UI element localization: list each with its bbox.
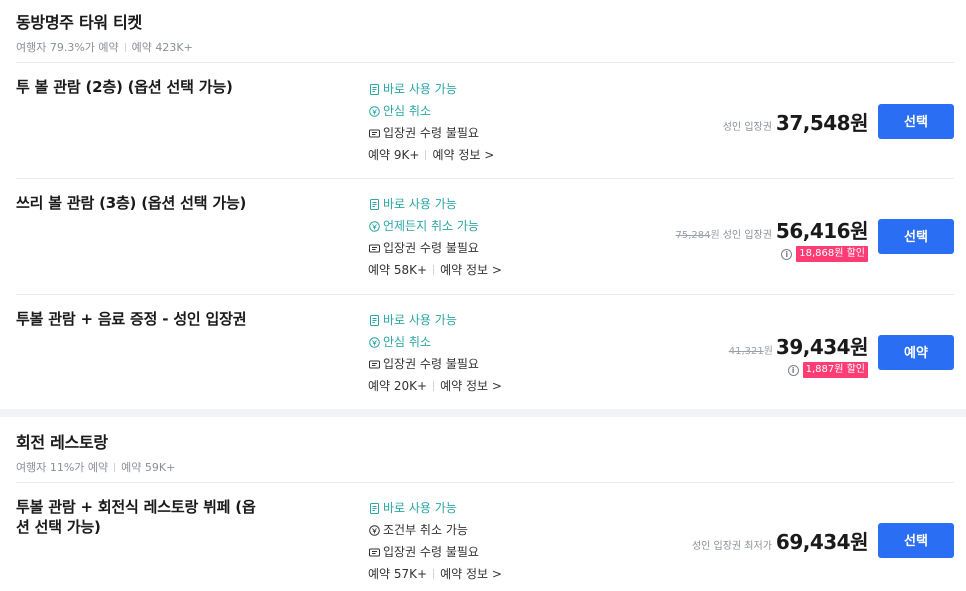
section-header: 회전 레스토랑 여행자 11%가 예약 예약 59K+ [16,429,175,475]
feature-cancel: 안심 취소 [368,331,568,353]
booking-info: 예약 58K+ 예약 정보 > [368,259,568,281]
product-row[interactable]: 투볼 관람 + 회전식 레스토랑 뷔페 (옵션 선택 가능) 바로 사용 가능 … [16,482,954,591]
booking-info: 예약 9K+ 예약 정보 > [368,144,568,166]
price: 37,548원 [775,111,869,135]
booking-info-link[interactable]: 예약 정보 > [440,563,502,585]
divider [114,463,116,472]
price-label: 성인 입장권 최저가 [691,541,772,552]
ticket-icon [368,242,380,254]
product-title[interactable]: 투볼 관람 + 회전식 레스토랑 뷔페 (옵션 선택 가능) [16,497,261,537]
product-features: 바로 사용 가능 언제든지 취소 가능 입장권 수령 불필요 예약 58K+ 예약… [368,193,568,281]
traveler-rate: 여행자 79.3%가 예약 [16,41,119,54]
refund-icon [368,336,380,348]
booking-info-link[interactable]: 예약 정보 > [440,259,502,281]
price-box: 75,284 원 성인 입장권 56,416원 i 18,868원 할인 [675,215,869,262]
select-button[interactable]: 선택 [878,104,954,139]
feature-instant: 바로 사용 가능 [368,497,568,519]
product-title[interactable]: 투 볼 관람 (2층) (옵션 선택 가능) [16,77,261,97]
price-box: 성인 입장권 37,548원 [722,107,869,136]
feature-cancel: 언제든지 취소 가능 [368,215,568,237]
divider [124,43,126,52]
feature-instant: 바로 사용 가능 [368,309,568,331]
feature-cancel: 조건부 취소 가능 [368,519,568,541]
original-price: 41,321 [728,346,764,357]
info-icon[interactable]: i [781,248,793,260]
feature-instant: 바로 사용 가능 [368,78,568,100]
booking-count: 예약 59K+ [121,461,176,474]
product-row[interactable]: 쓰리 볼 관람 (3층) (옵션 선택 가능) 바로 사용 가능 언제든지 취소… [16,178,954,294]
refund-icon [368,220,380,232]
price-label: 성인 입장권 [722,122,772,133]
price: 39,434원 [775,335,869,359]
feature-instant: 바로 사용 가능 [368,193,568,215]
section-divider [0,409,966,417]
section-header: 동방명주 타워 티켓 여행자 79.3%가 예약 예약 423K+ [16,9,193,55]
price-label: 성인 입장권 [722,230,772,241]
feature-ticket: 입장권 수령 불필요 [368,122,568,144]
product-row[interactable]: 투 볼 관람 (2층) (옵션 선택 가능) 바로 사용 가능 안심 취소 입장… [16,62,954,178]
discount-badge: 1,887원 할인 [802,362,868,378]
product-title[interactable]: 쓰리 볼 관람 (3층) (옵션 선택 가능) [16,193,261,213]
price-box: 성인 입장권 최저가 69,434원 [691,526,869,555]
booking-info-link[interactable]: 예약 정보 > [440,375,502,397]
ticket-icon [368,127,380,139]
section-title: 동방명주 타워 티켓 [16,13,142,32]
document-icon [368,83,380,95]
product-row[interactable]: 투볼 관람 + 음료 증정 - 성인 입장권 바로 사용 가능 안심 취소 입장… [16,294,954,409]
ticket-icon [368,358,380,370]
feature-ticket: 입장권 수령 불필요 [368,353,568,375]
restaurant-section: 회전 레스토랑 여행자 11%가 예약 예약 59K+ 투볼 관람 + 회전식 레… [0,417,966,591]
product-features: 바로 사용 가능 안심 취소 입장권 수령 불필요 예약 9K+ 예약 정보 > [368,78,568,166]
booking-info: 예약 57K+ 예약 정보 > [368,563,568,585]
original-price: 75,284 [675,230,711,241]
document-icon [368,198,380,210]
info-icon[interactable]: i [787,364,799,376]
ticket-section: 동방명주 타워 티켓 여행자 79.3%가 예약 예약 423K+ 투 볼 관람 … [0,0,966,409]
document-icon [368,314,380,326]
product-features: 바로 사용 가능 안심 취소 입장권 수령 불필요 예약 20K+ 예약 정보 > [368,309,568,397]
product-title[interactable]: 투볼 관람 + 음료 증정 - 성인 입장권 [16,309,261,329]
traveler-rate: 여행자 11%가 예약 [16,461,109,474]
booking-count: 예약 423K+ [131,41,193,54]
refund-icon [368,524,380,536]
select-button[interactable]: 선택 [878,523,954,558]
price: 56,416원 [775,219,869,243]
feature-ticket: 입장권 수령 불필요 [368,237,568,259]
price: 69,434원 [775,530,869,554]
discount-badge: 18,868원 할인 [796,246,868,262]
book-button[interactable]: 예약 [878,335,954,370]
ticket-icon [368,546,380,558]
section-stats: 여행자 79.3%가 예약 예약 423K+ [16,39,193,55]
select-button[interactable]: 선택 [878,219,954,254]
section-title: 회전 레스토랑 [16,433,108,452]
price-box: 41,321 원 39,434원 i 1,887원 할인 [728,331,869,378]
document-icon [368,502,380,514]
product-features: 바로 사용 가능 조건부 취소 가능 입장권 수령 불필요 예약 57K+ 예약 … [368,497,568,585]
booking-info-link[interactable]: 예약 정보 > [432,144,494,166]
section-stats: 여행자 11%가 예약 예약 59K+ [16,459,175,475]
booking-info: 예약 20K+ 예약 정보 > [368,375,568,397]
feature-ticket: 입장권 수령 불필요 [368,541,568,563]
feature-cancel: 안심 취소 [368,100,568,122]
refund-icon [368,105,380,117]
